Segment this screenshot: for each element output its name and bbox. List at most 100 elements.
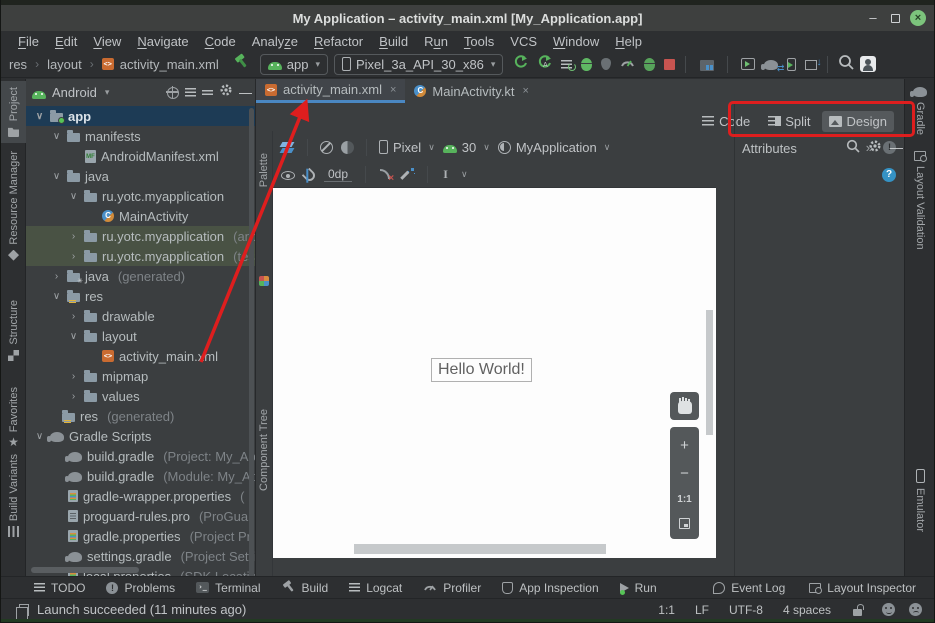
chevron-expanded-icon[interactable]: ∨ bbox=[34, 111, 45, 122]
mode-split-button[interactable]: Split bbox=[761, 111, 817, 132]
menu-help[interactable]: Help bbox=[608, 34, 649, 49]
apply-changes-icon[interactable] bbox=[513, 54, 528, 74]
tool-event-log[interactable]: Event Log bbox=[713, 581, 785, 595]
close-button[interactable]: × bbox=[910, 10, 926, 26]
device-combo[interactable]: Pixel_3a_API_30_x86 ▾ bbox=[334, 54, 503, 75]
infer-constraints-icon[interactable] bbox=[401, 168, 414, 181]
profiler-gauge-icon[interactable] bbox=[620, 55, 635, 73]
menu-navigate[interactable]: Navigate bbox=[130, 34, 195, 49]
menu-code[interactable]: Code bbox=[198, 34, 243, 49]
gradle-sync-icon[interactable] bbox=[764, 60, 778, 70]
tool-tab-project[interactable]: Project bbox=[1, 81, 26, 143]
tool-run[interactable]: Run bbox=[620, 581, 657, 595]
menu-refactor[interactable]: Refactor bbox=[307, 34, 370, 49]
status-message[interactable]: Launch succeeded (11 minutes ago) bbox=[37, 602, 638, 617]
lock-icon[interactable] bbox=[853, 609, 862, 616]
textview-hello-world[interactable]: Hello World! bbox=[431, 358, 532, 382]
tree-row-manifests[interactable]: ∨manifests bbox=[26, 126, 255, 146]
breadcrumb-layout[interactable]: layout bbox=[47, 57, 82, 72]
theme-selector[interactable]: MyApplication∨ bbox=[498, 140, 611, 155]
tree-row-res-generated[interactable]: res(generated) bbox=[26, 406, 255, 426]
clear-constraints-icon[interactable] bbox=[379, 168, 392, 180]
attach-debugger-icon[interactable] bbox=[561, 60, 572, 69]
search-icon[interactable] bbox=[846, 139, 860, 158]
device-file-explorer-icon[interactable] bbox=[700, 60, 714, 71]
run-config-combo[interactable]: app ▾ bbox=[260, 54, 328, 75]
retry-debug-icon[interactable] bbox=[644, 58, 655, 71]
tree-row-activity-main-xml[interactable]: activity_main.xml bbox=[26, 346, 255, 366]
expand-all-icon[interactable] bbox=[185, 88, 196, 97]
caret-position[interactable]: 1:1 bbox=[658, 603, 675, 617]
device-selector[interactable]: Pixel∨ bbox=[379, 140, 435, 155]
build-hammer-icon[interactable] bbox=[233, 53, 250, 75]
chevron-collapsed-icon[interactable]: › bbox=[68, 311, 79, 322]
chevron-expanded-icon[interactable]: ∨ bbox=[51, 291, 62, 302]
device-manager-icon[interactable] bbox=[787, 58, 796, 71]
tree-row-values[interactable]: ›values bbox=[26, 386, 255, 406]
orientation-icon[interactable] bbox=[320, 141, 333, 154]
tree-row-drawable[interactable]: ›drawable bbox=[26, 306, 255, 326]
feedback-sad-icon[interactable] bbox=[909, 603, 922, 616]
zoom-to-fit-icon[interactable] bbox=[679, 518, 690, 529]
default-margin-selector[interactable]: 0dp bbox=[324, 167, 352, 182]
mode-design-button[interactable]: Design bbox=[822, 111, 894, 132]
tool-app-inspection[interactable]: App Inspection bbox=[502, 581, 598, 595]
menu-tools[interactable]: Tools bbox=[457, 34, 501, 49]
chevron-collapsed-icon[interactable]: › bbox=[68, 251, 79, 262]
hide-panel-icon[interactable]: — bbox=[239, 85, 249, 101]
breadcrumb-file[interactable]: activity_main.xml bbox=[120, 57, 219, 72]
feedback-happy-icon[interactable] bbox=[882, 603, 895, 616]
menu-run[interactable]: Run bbox=[417, 34, 455, 49]
chevron-expanded-icon[interactable]: ∨ bbox=[68, 331, 79, 342]
chevron-expanded-icon[interactable]: ∨ bbox=[34, 431, 45, 442]
project-vertical-scrollbar[interactable] bbox=[249, 108, 254, 576]
gear-icon[interactable] bbox=[868, 139, 882, 158]
tab-mainactivity-kt[interactable]: MainActivity.kt × bbox=[405, 79, 538, 103]
tool-tab-gradle[interactable]: Gradle bbox=[905, 85, 935, 135]
tree-row-package-androidtest[interactable]: ›ru.yotc.myapplication(androidTest) bbox=[26, 226, 255, 246]
sdk-manager-icon[interactable] bbox=[805, 60, 817, 70]
tree-row-app[interactable]: ∨app bbox=[26, 106, 255, 126]
tool-terminal[interactable]: Terminal bbox=[196, 581, 260, 595]
menu-vcs[interactable]: VCS bbox=[503, 34, 544, 49]
design-canvas[interactable]: Hello World! + − 1:1 bbox=[273, 188, 716, 558]
tool-tab-resource-manager[interactable]: Resource Manager bbox=[1, 151, 26, 261]
restore-button[interactable] bbox=[891, 14, 900, 23]
tool-layout-inspector[interactable]: Layout Inspector bbox=[809, 581, 916, 595]
palette-tab[interactable]: Palette bbox=[258, 153, 270, 187]
menu-analyze[interactable]: Analyze bbox=[245, 34, 305, 49]
zoom-in-button[interactable]: + bbox=[680, 438, 689, 453]
breadcrumb-res[interactable]: res bbox=[9, 57, 27, 72]
stop-button[interactable] bbox=[664, 59, 675, 70]
indent-setting[interactable]: 4 spaces bbox=[783, 603, 831, 617]
tree-row-gradle-scripts[interactable]: ∨Gradle Scripts bbox=[26, 426, 255, 446]
tree-row-build-gradle-project[interactable]: build.gradle(Project: My_Ap bbox=[26, 446, 255, 466]
tool-profiler[interactable]: Profiler bbox=[423, 581, 481, 595]
collapse-all-icon[interactable] bbox=[202, 90, 213, 96]
pan-button[interactable] bbox=[670, 392, 699, 420]
design-surface-icon[interactable] bbox=[281, 141, 295, 153]
view-options-icon[interactable] bbox=[281, 171, 295, 180]
canvas-horizontal-scrollbar[interactable] bbox=[354, 544, 606, 554]
close-icon[interactable]: × bbox=[390, 84, 396, 96]
tool-tab-favorites[interactable]: Favorites ★ bbox=[1, 387, 26, 448]
gear-icon[interactable] bbox=[219, 83, 233, 102]
profile-disabled-icon[interactable] bbox=[601, 58, 611, 70]
zoom-out-button[interactable]: − bbox=[680, 466, 689, 481]
tree-row-gradle-properties[interactable]: gradle.properties(Project Pr bbox=[26, 526, 255, 546]
project-horizontal-scrollbar[interactable] bbox=[31, 567, 139, 573]
tool-todo[interactable]: TODO bbox=[34, 581, 85, 595]
tree-row-java[interactable]: ∨java bbox=[26, 166, 255, 186]
zoom-reset-button[interactable]: 1:1 bbox=[677, 494, 691, 505]
project-view-selector[interactable]: Android bbox=[52, 85, 97, 100]
tree-row-mainactivity[interactable]: MainActivity bbox=[26, 206, 255, 226]
pack-align-icon[interactable] bbox=[441, 168, 450, 181]
tool-logcat[interactable]: Logcat bbox=[349, 581, 402, 595]
search-everywhere-icon[interactable] bbox=[838, 54, 854, 75]
menu-build[interactable]: Build bbox=[372, 34, 415, 49]
tree-row-package[interactable]: ∨ru.yotc.myapplication bbox=[26, 186, 255, 206]
tool-tab-layout-validation[interactable]: Layout Validation bbox=[905, 151, 935, 250]
canvas-vertical-scrollbar[interactable] bbox=[706, 310, 713, 435]
chevron-collapsed-icon[interactable]: › bbox=[68, 391, 79, 402]
tool-tab-structure[interactable]: Structure bbox=[1, 300, 26, 361]
